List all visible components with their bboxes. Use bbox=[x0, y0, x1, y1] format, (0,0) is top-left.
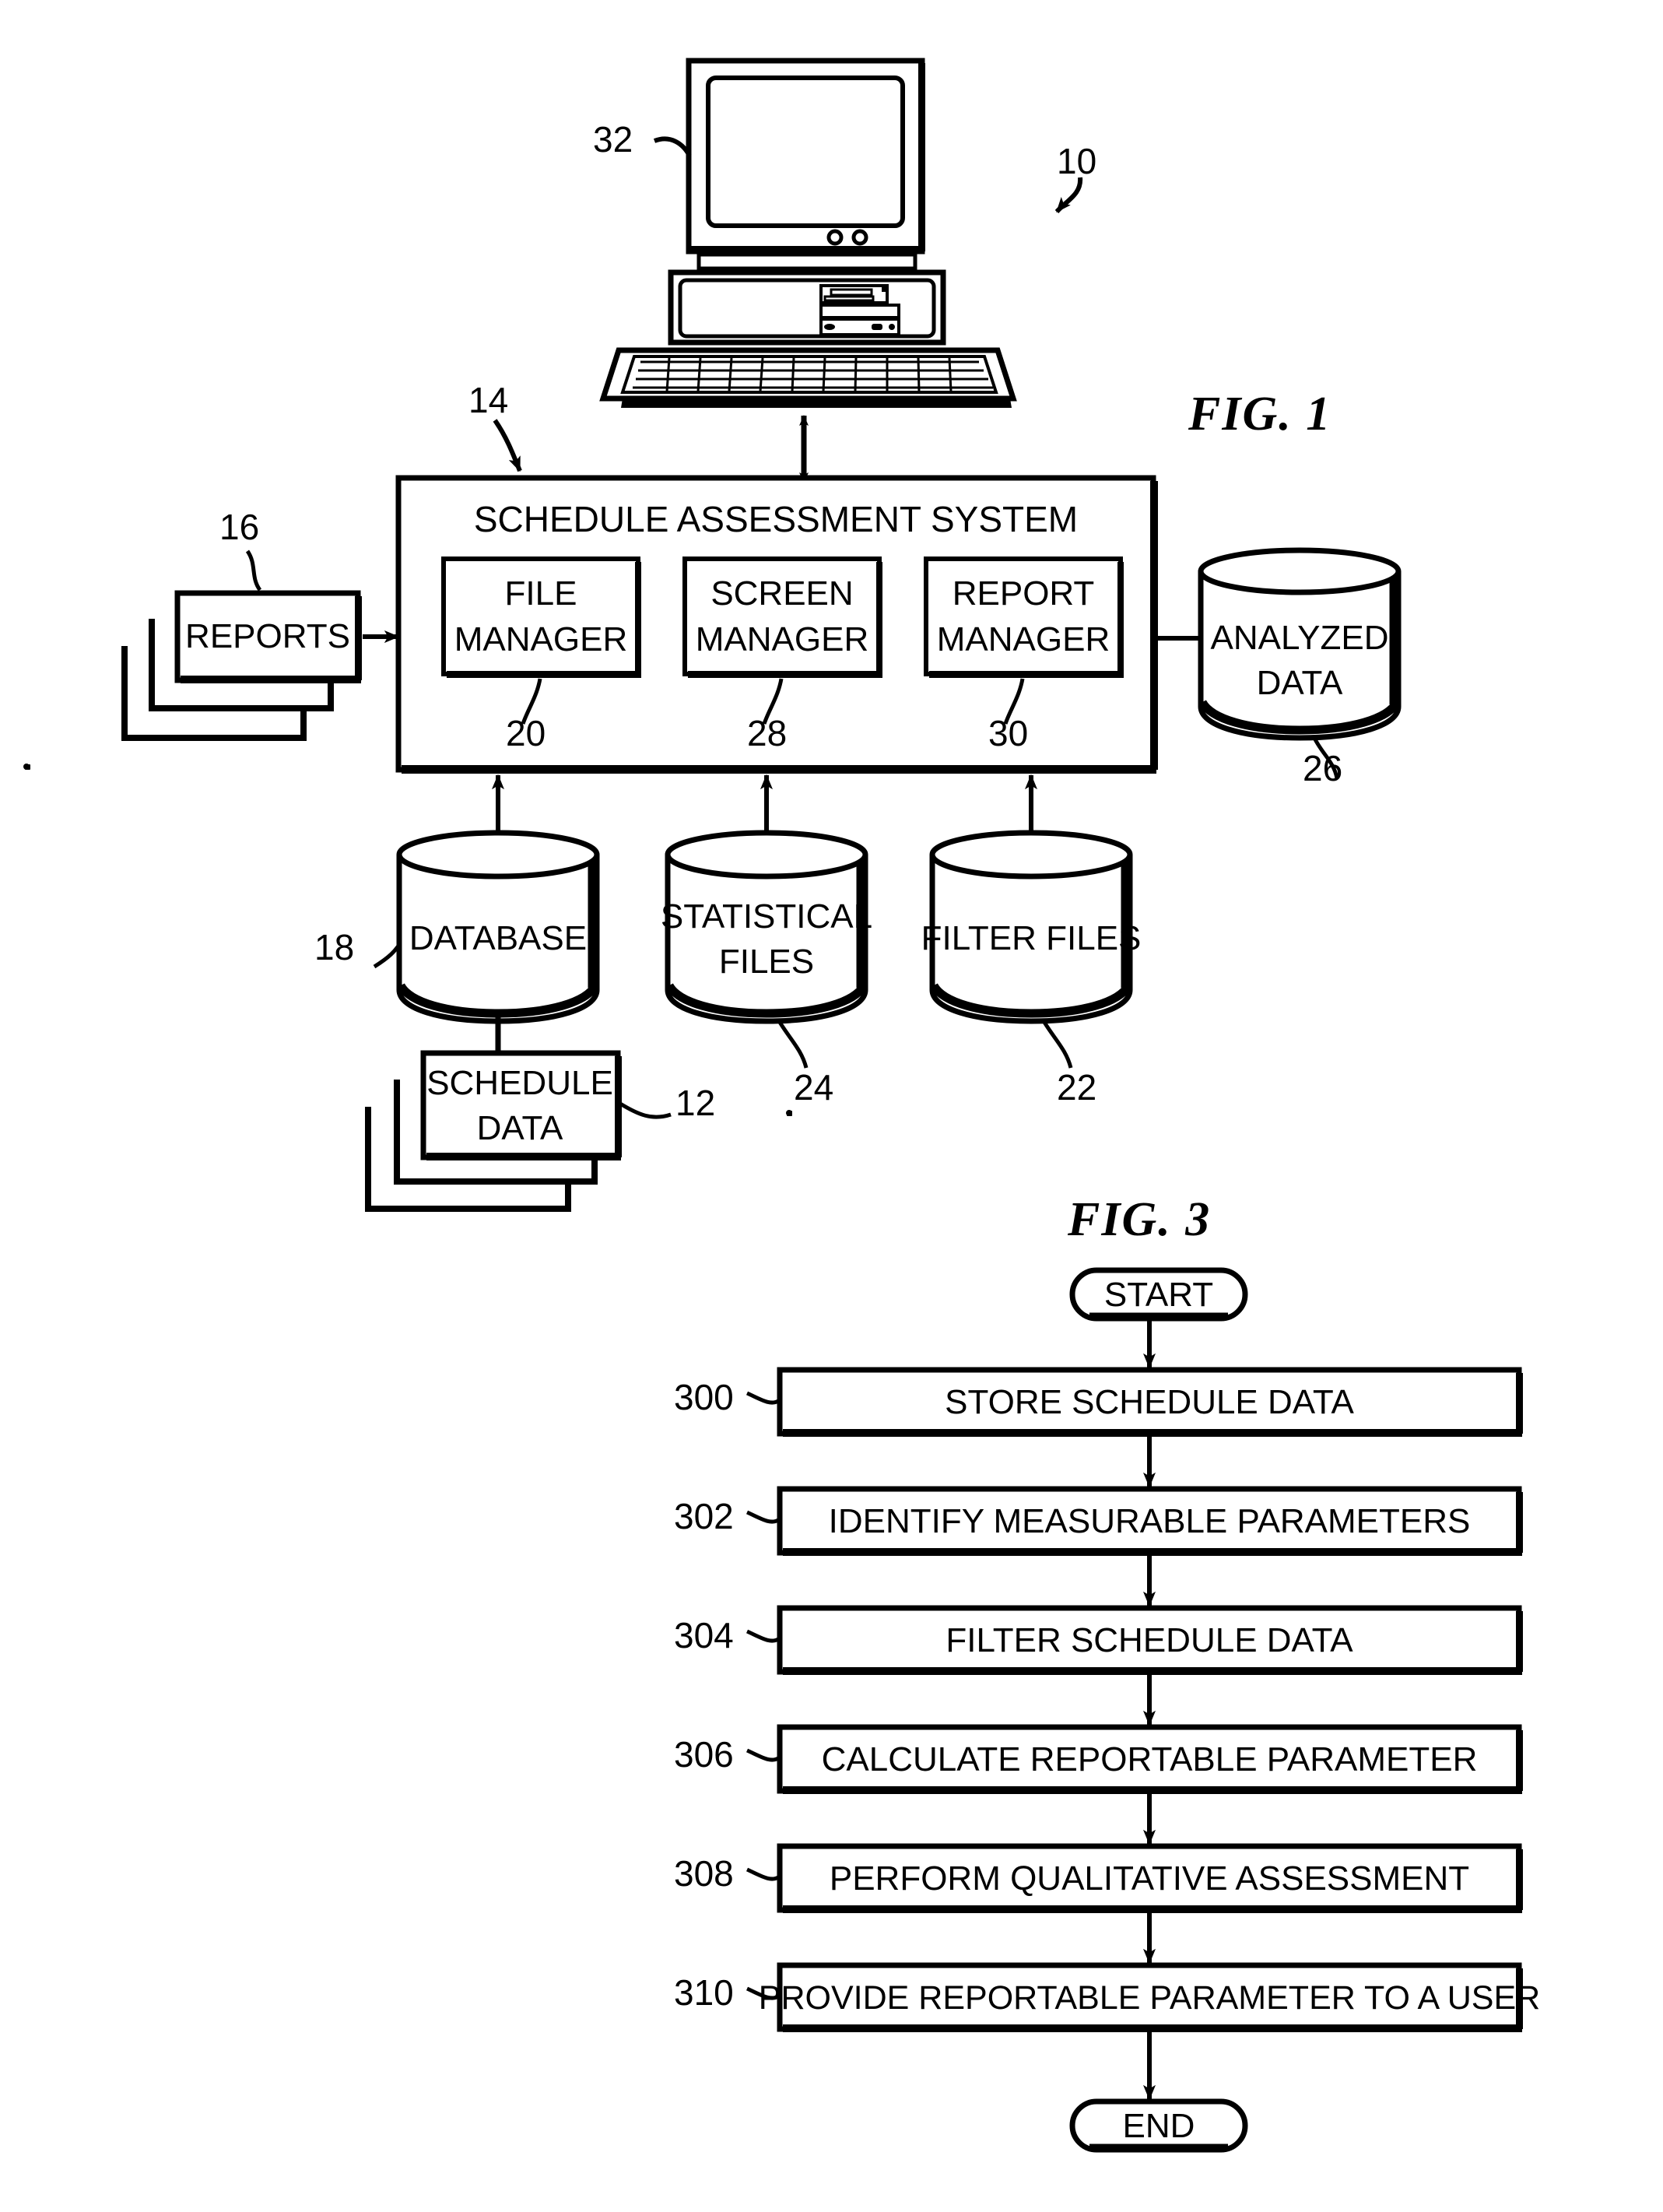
scan-speck-left bbox=[25, 764, 30, 770]
ref-label-26: 26 bbox=[1303, 748, 1343, 788]
statistical-files-label-line2: FILES bbox=[718, 943, 815, 981]
ref-label-28: 28 bbox=[747, 713, 788, 753]
ref-label-16: 16 bbox=[219, 507, 260, 547]
ref-14-leader bbox=[493, 419, 522, 471]
report-manager-label-line2: MANAGER bbox=[936, 620, 1110, 659]
ref-label-22: 22 bbox=[1057, 1067, 1097, 1108]
desktop-computer-icon bbox=[599, 58, 1017, 408]
ref-18-leader bbox=[373, 942, 402, 969]
ref-label-30: 30 bbox=[988, 713, 1029, 753]
file-manager-label-line2: MANAGER bbox=[454, 620, 628, 659]
filter-files-label: FILTER FILES bbox=[921, 919, 1142, 958]
report-manager-label-line1: REPORT bbox=[952, 574, 1095, 613]
screen-manager-label-line2: MANAGER bbox=[695, 620, 869, 659]
ref-label-14: 14 bbox=[468, 380, 509, 420]
ref-32-leader bbox=[653, 136, 692, 157]
ref-label-12: 12 bbox=[675, 1083, 716, 1123]
flow-step-label-304: FILTER SCHEDULE DATA bbox=[946, 1621, 1353, 1660]
flow-step-label-300: STORE SCHEDULE DATA bbox=[945, 1383, 1354, 1422]
system-box-title: SCHEDULE ASSESSMENT SYSTEM bbox=[473, 499, 1079, 540]
statistical-files-label-line1: STATISTICAL bbox=[660, 897, 873, 936]
flow-ref-label-302: 302 bbox=[674, 1496, 734, 1536]
ref-label-32: 32 bbox=[593, 119, 633, 160]
analyzed-data-label-line1: ANALYZED bbox=[1210, 619, 1389, 658]
figure-3-title: FIG. 3 bbox=[1068, 1193, 1212, 1246]
patent-figure-sheet: FIG. 1 32 10 14 16 26 18 24 22 12 20 28 … bbox=[0, 0, 1663, 2212]
ref-label-24: 24 bbox=[794, 1067, 834, 1108]
ref-24-leader bbox=[776, 1018, 809, 1069]
ref-16-leader bbox=[245, 549, 262, 592]
schedule-data-label-line2: DATA bbox=[476, 1109, 563, 1148]
database-label: DATABASE bbox=[409, 919, 588, 958]
scan-speck-mid bbox=[787, 1111, 792, 1116]
reports-stack bbox=[121, 590, 362, 741]
ref-12-leader bbox=[619, 1101, 672, 1119]
ref-label-20: 20 bbox=[506, 713, 546, 753]
flow-step-label-306: CALCULATE REPORTABLE PARAMETER bbox=[821, 1740, 1478, 1779]
flow-ref-label-300: 300 bbox=[674, 1377, 734, 1417]
flow-end-label: END bbox=[1122, 2107, 1195, 2146]
screen-manager-label-line1: SCREEN bbox=[710, 574, 854, 613]
flow-ref-leaders bbox=[746, 1391, 780, 2000]
flow-ref-label-304: 304 bbox=[674, 1615, 734, 1655]
reports-label: REPORTS bbox=[185, 617, 350, 656]
ref-22-leader bbox=[1040, 1018, 1073, 1069]
flow-ref-label-310: 310 bbox=[674, 1972, 734, 2013]
file-manager-label-line1: FILE bbox=[504, 574, 577, 613]
flow-start-label: START bbox=[1103, 1276, 1214, 1315]
flow-step-label-310: PROVIDE REPORTABLE PARAMETER TO A USER bbox=[758, 1979, 1541, 2017]
analyzed-data-label-line2: DATA bbox=[1256, 664, 1343, 703]
flow-ref-label-306: 306 bbox=[674, 1734, 734, 1775]
flow-step-label-308: PERFORM QUALITATIVE ASSESSMENT bbox=[829, 1859, 1470, 1898]
ref-10-leader bbox=[1054, 177, 1083, 214]
flow-ref-label-308: 308 bbox=[674, 1853, 734, 1894]
flow-step-label-302: IDENTIFY MEASURABLE PARAMETERS bbox=[828, 1502, 1471, 1541]
ref-label-18: 18 bbox=[314, 927, 355, 967]
schedule-data-label-line1: SCHEDULE bbox=[426, 1064, 613, 1103]
ref-label-10: 10 bbox=[1057, 141, 1097, 181]
figure-1-title: FIG. 1 bbox=[1188, 388, 1332, 441]
